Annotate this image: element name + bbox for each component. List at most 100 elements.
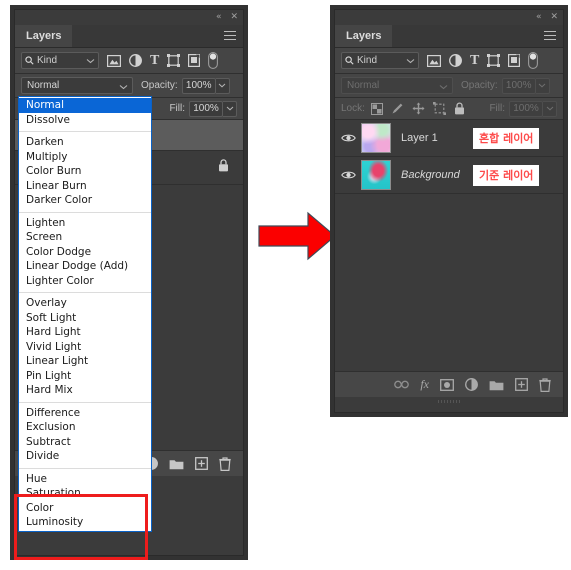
panel-menu-icon[interactable] (544, 31, 556, 40)
layer-style-button[interactable]: fx (420, 377, 429, 392)
opacity-stepper[interactable] (535, 77, 550, 94)
fill-input[interactable]: 100% (189, 100, 223, 117)
menu-item-luminosity[interactable]: Luminosity (19, 515, 151, 530)
new-group-button[interactable] (489, 379, 504, 391)
new-layer-button[interactable] (515, 378, 528, 391)
blend-mode-group-comparative: Difference Exclusion Subtract Divide (19, 406, 151, 464)
menu-item-darker-color[interactable]: Darker Color (19, 193, 151, 208)
right-panel-inner: « ✕ Layers Kind T Normal Opacity: 100% L… (334, 9, 564, 413)
tab-layers[interactable]: Layers (15, 25, 73, 47)
blend-mode-select[interactable]: Normal (21, 77, 133, 94)
menu-item-overlay[interactable]: Overlay (19, 296, 151, 311)
table-row[interactable]: Layer 1 혼합 레이어 (335, 120, 563, 157)
right-panel-grip[interactable] (335, 397, 563, 405)
chevron-down-icon (406, 56, 415, 67)
menu-item-vivid-light[interactable]: Vivid Light (19, 340, 151, 355)
layer-visibility-toggle[interactable] (335, 170, 361, 180)
tab-layers[interactable]: Layers (335, 25, 393, 47)
lock-artboard-nesting-icon[interactable] (432, 102, 446, 115)
menu-item-color-burn[interactable]: Color Burn (19, 164, 151, 179)
delete-layer-button[interactable] (539, 377, 551, 392)
new-group-button[interactable] (169, 458, 184, 470)
filter-kind-select[interactable]: Kind (341, 52, 419, 69)
blend-mode-select[interactable]: Normal (341, 77, 453, 94)
opacity-stepper[interactable] (215, 77, 230, 94)
menu-separator (19, 288, 151, 296)
layer-visibility-toggle[interactable] (335, 133, 361, 143)
shape-layer-filter-icon[interactable] (487, 54, 501, 67)
adjustment-layer-filter-icon[interactable] (129, 54, 142, 67)
menu-item-lighter-color[interactable]: Lighter Color (19, 274, 151, 289)
opacity-input[interactable]: 100% (501, 77, 536, 94)
fill-input[interactable]: 100% (509, 100, 543, 117)
menu-item-pin-light[interactable]: Pin Light (19, 369, 151, 384)
close-icon[interactable]: ✕ (230, 12, 238, 22)
layer-mask-button[interactable] (440, 378, 454, 391)
menu-item-multiply[interactable]: Multiply (19, 150, 151, 165)
smart-object-filter-icon[interactable] (188, 54, 201, 67)
fill-stepper[interactable] (223, 100, 237, 117)
new-layer-button[interactable] (195, 457, 208, 470)
lock-icon-group (370, 102, 465, 115)
menu-item-lighten[interactable]: Lighten (19, 216, 151, 231)
type-layer-filter-icon[interactable]: T (470, 54, 479, 68)
search-icon (25, 56, 34, 65)
menu-item-color-dodge[interactable]: Color Dodge (19, 245, 151, 260)
smart-object-filter-icon[interactable] (508, 54, 521, 67)
type-layer-filter-icon[interactable]: T (150, 53, 160, 68)
opacity-input[interactable]: 100% (181, 77, 216, 94)
link-layers-button[interactable] (394, 380, 410, 389)
collapse-icon[interactable]: « (216, 12, 222, 22)
menu-item-dissolve[interactable]: Dissolve (19, 113, 151, 128)
menu-item-normal[interactable]: Normal (19, 98, 151, 113)
menu-item-hard-mix[interactable]: Hard Mix (19, 383, 151, 398)
blend-layer-thumbnail[interactable] (361, 123, 391, 153)
menu-item-color[interactable]: Color (19, 501, 151, 516)
blend-mode-dropdown[interactable]: Normal Dissolve Darken Multiply Color Bu… (18, 96, 152, 532)
menu-item-linear-dodge-add[interactable]: Linear Dodge (Add) (19, 259, 151, 274)
menu-item-hard-light[interactable]: Hard Light (19, 325, 151, 340)
right-panel-titlebar: « ✕ (335, 10, 563, 25)
blend-mode-group-darken: Darken Multiply Color Burn Linear Burn D… (19, 135, 151, 208)
lock-transparent-pixels-icon[interactable] (370, 102, 383, 115)
panel-menu-icon[interactable] (224, 31, 236, 40)
blend-mode-group-component: Hue Saturation Color Luminosity (19, 472, 151, 530)
menu-item-soft-light[interactable]: Soft Light (19, 311, 151, 326)
menu-item-subtract[interactable]: Subtract (19, 435, 151, 450)
lock-position-icon[interactable] (412, 102, 425, 115)
menu-item-saturation[interactable]: Saturation (19, 486, 151, 501)
left-filter-row: Kind T (15, 48, 243, 74)
chevron-down-icon (439, 82, 448, 93)
menu-item-difference[interactable]: Difference (19, 406, 151, 421)
background-layer-thumbnail[interactable] (361, 160, 391, 190)
shape-layer-filter-icon[interactable] (167, 54, 181, 67)
delete-layer-button[interactable] (219, 456, 231, 471)
filter-kind-select[interactable]: Kind (21, 52, 99, 69)
menu-item-divide[interactable]: Divide (19, 449, 151, 464)
lock-all-icon[interactable] (454, 102, 465, 115)
layer-name[interactable]: Background (401, 169, 460, 181)
lock-image-pixels-icon[interactable] (391, 102, 404, 115)
table-row[interactable]: Background 기준 레이어 (335, 157, 563, 194)
menu-item-linear-burn[interactable]: Linear Burn (19, 179, 151, 194)
pixel-layer-filter-icon[interactable] (427, 54, 441, 67)
adjustment-layer-filter-icon[interactable] (449, 54, 462, 67)
adjustment-layer-button[interactable] (465, 378, 478, 391)
menu-item-hue[interactable]: Hue (19, 472, 151, 487)
opacity-label: Opacity: (461, 80, 498, 91)
close-icon[interactable]: ✕ (550, 12, 558, 22)
blend-mode-value: Normal (27, 80, 60, 91)
menu-item-linear-light[interactable]: Linear Light (19, 354, 151, 369)
filter-toggle-switch-icon[interactable] (528, 52, 539, 69)
pixel-layer-filter-icon[interactable] (107, 54, 121, 67)
menu-item-screen[interactable]: Screen (19, 230, 151, 245)
type-layer-filter-glyph: T (150, 53, 160, 68)
right-layers-panel: « ✕ Layers Kind T Normal Opacity: 100% L… (330, 5, 568, 417)
fill-stepper[interactable] (543, 100, 557, 117)
menu-item-darken[interactable]: Darken (19, 135, 151, 150)
layer-name[interactable]: Layer 1 (401, 132, 438, 144)
left-layers-panel: « ✕ Layers Kind T Normal Opacity: 100% F… (10, 5, 248, 560)
filter-toggle-switch-icon[interactable] (208, 52, 219, 69)
collapse-icon[interactable]: « (536, 12, 542, 22)
menu-item-exclusion[interactable]: Exclusion (19, 420, 151, 435)
